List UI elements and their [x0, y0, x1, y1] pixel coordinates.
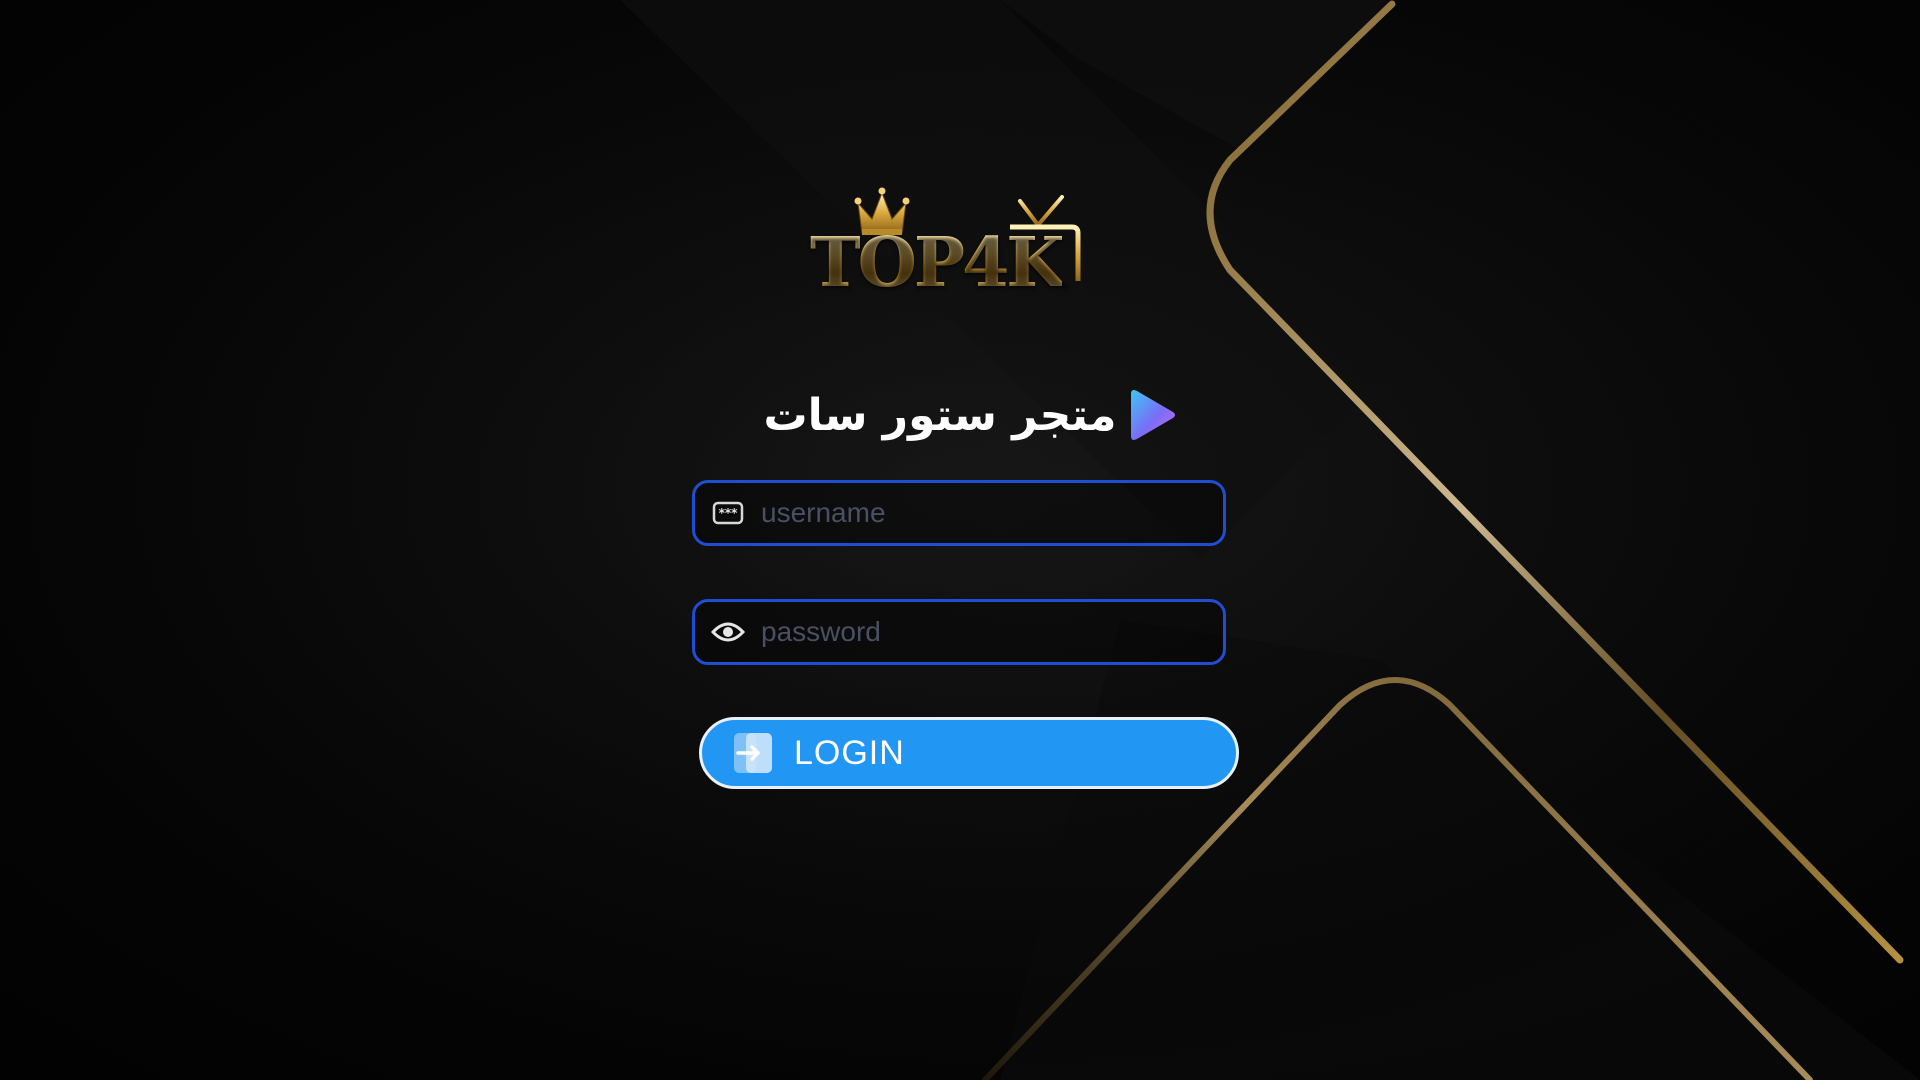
logo-wordmark: TOP4K: [810, 223, 1065, 303]
password-input[interactable]: [759, 606, 1223, 658]
login-arrow-icon: [734, 733, 772, 773]
login-screen: TOP4K متجر ستور سات *** username LOGIN: [0, 0, 1920, 1080]
username-input[interactable]: [759, 487, 1223, 539]
password-dots-icon: ***: [711, 496, 745, 530]
login-button-label: LOGIN: [794, 733, 905, 772]
play-triangle-icon: [1130, 390, 1175, 440]
brand-logo: TOP4K: [810, 185, 1090, 303]
eye-icon[interactable]: [711, 615, 745, 649]
store-title-text: متجر ستور سات: [763, 389, 1117, 441]
svg-text:***: ***: [719, 506, 739, 520]
password-field[interactable]: [692, 599, 1226, 665]
store-title: متجر ستور سات: [760, 380, 1180, 450]
username-field[interactable]: ***: [692, 480, 1226, 546]
login-button[interactable]: LOGIN: [699, 717, 1239, 789]
